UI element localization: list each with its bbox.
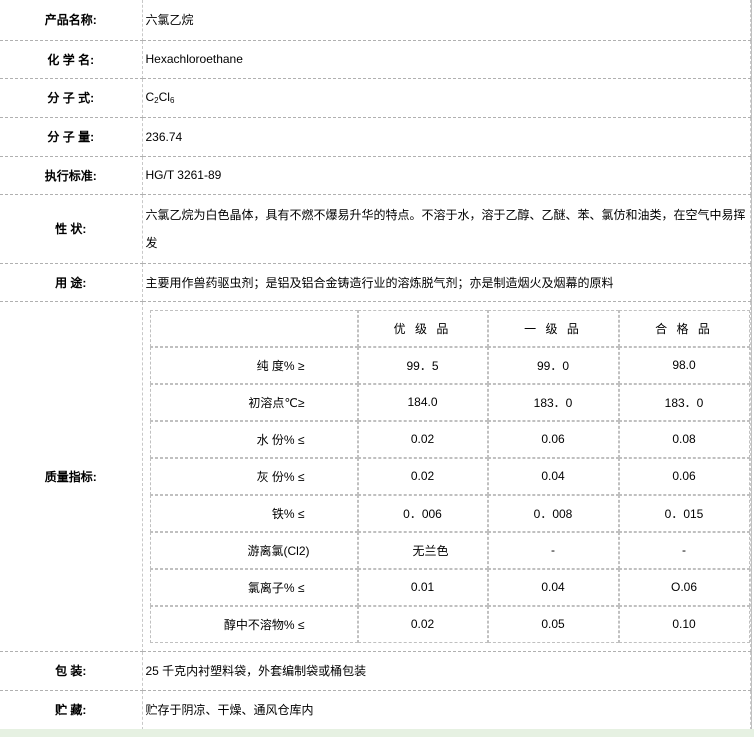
quality-value: 无兰色 — [357, 531, 488, 569]
packing-value: 25 千克内衬塑料袋，外套编制袋或桶包装 — [142, 651, 751, 691]
quality-value: 0.08 — [618, 420, 750, 458]
quality-value: - — [487, 531, 619, 569]
quality-row: 初溶点℃≥ 184.0 183．0 183．0 — [149, 383, 750, 421]
quality-item: 氯离子% ≤ — [149, 568, 358, 606]
properties-value: 六氯乙烷为白色晶体，具有不燃不爆易升华的特点。不溶于水，溶于乙醇、乙醚、苯、氯仿… — [142, 194, 751, 264]
formula-label: 分 子 式: — [0, 78, 143, 118]
quality-header-first: 一 级 品 — [487, 309, 619, 347]
row-molecular-weight: 分 子 量: 236.74 — [0, 117, 751, 157]
row-packing: 包 装: 25 千克内衬塑料袋，外套编制袋或桶包装 — [0, 651, 751, 691]
quality-value: 0.05 — [487, 605, 619, 643]
standard-label: 执行标准: — [0, 156, 143, 195]
quality-value: 0.04 — [487, 457, 619, 495]
molecular-weight-label: 分 子 量: — [0, 117, 143, 157]
quality-item: 游离氯(Cl2) — [149, 531, 358, 569]
quality-value: 0.06 — [618, 457, 750, 495]
quality-header-row: 优 级 品 一 级 品 合 格 品 — [149, 309, 750, 347]
quality-value: 0.02 — [357, 420, 488, 458]
quality-value: 99．5 — [357, 346, 488, 384]
standard-value: HG/T 3261-89 — [142, 156, 751, 195]
quality-item: 醇中不溶物% ≤ — [149, 605, 358, 643]
quality-table: 优 级 品 一 级 品 合 格 品 纯 度% ≥ 99．5 99．0 98.0 … — [149, 309, 750, 643]
product-name-label: 产品名称: — [0, 0, 143, 41]
quality-value: 0．006 — [357, 494, 488, 532]
chemical-name-value: Hexachloroethane — [142, 40, 751, 79]
quality-item: 初溶点℃≥ — [149, 383, 358, 421]
row-storage: 贮 藏: 贮存于阴凉、干燥、通风仓库内 — [0, 690, 751, 730]
quality-value: 0.02 — [357, 457, 488, 495]
quality-value: O.06 — [618, 568, 750, 606]
formula-cl: Cl — [158, 90, 170, 104]
quality-value: 0.10 — [618, 605, 750, 643]
quality-row: 氯离子% ≤ 0.01 0.04 O.06 — [149, 568, 750, 606]
product-spec-table: 产品名称: 六氯乙烷 化 学 名: Hexachloroethane 分 子 式… — [0, 0, 751, 730]
quality-value: 98.0 — [618, 346, 750, 384]
storage-label: 贮 藏: — [0, 690, 143, 730]
quality-value: 0.06 — [487, 420, 619, 458]
quality-item: 灰 份% ≤ — [149, 457, 358, 495]
quality-header-qualified: 合 格 品 — [618, 309, 750, 347]
quality-header-premium: 优 级 品 — [357, 309, 488, 347]
usage-label: 用 途: — [0, 263, 143, 302]
row-quality: 质量指标: 优 级 品 一 级 品 合 格 品 纯 度% ≥ 99．5 99．0… — [0, 301, 751, 652]
quality-row: 醇中不溶物% ≤ 0.02 0.05 0.10 — [149, 605, 750, 643]
chemical-name-label: 化 学 名: — [0, 40, 143, 79]
quality-value: 0.04 — [487, 568, 619, 606]
quality-value: 184.0 — [357, 383, 488, 421]
quality-value: 183．0 — [618, 383, 750, 421]
quality-value: 0.02 — [357, 605, 488, 643]
footer-band — [0, 729, 754, 737]
quality-header-blank — [149, 309, 358, 347]
storage-value: 贮存于阴凉、干燥、通风仓库内 — [142, 690, 751, 730]
quality-row: 水 份% ≤ 0.02 0.06 0.08 — [149, 420, 750, 458]
quality-item: 纯 度% ≥ — [149, 346, 358, 384]
quality-row: 铁% ≤ 0．006 0．008 0．015 — [149, 494, 750, 532]
quality-value: - — [618, 531, 750, 569]
quality-cell: 优 级 品 一 级 品 合 格 品 纯 度% ≥ 99．5 99．0 98.0 … — [142, 301, 751, 652]
page-right-border — [751, 0, 752, 729]
properties-label: 性 状: — [0, 194, 143, 264]
row-chemical-name: 化 学 名: Hexachloroethane — [0, 40, 751, 79]
usage-value: 主要用作兽药驱虫剂；是铝及铝合金铸造行业的溶炼脱气剂；亦是制造烟火及烟幕的原料 — [142, 263, 751, 302]
formula-sub-6: 6 — [169, 96, 175, 105]
quality-item: 铁% ≤ — [149, 494, 358, 532]
row-usage: 用 途: 主要用作兽药驱虫剂；是铝及铝合金铸造行业的溶炼脱气剂；亦是制造烟火及烟… — [0, 263, 751, 302]
row-standard: 执行标准: HG/T 3261-89 — [0, 156, 751, 195]
formula-value: C2Cl6 — [142, 78, 751, 118]
quality-row: 游离氯(Cl2) 无兰色 - - — [149, 531, 750, 569]
quality-value: 99．0 — [487, 346, 619, 384]
formula-c: C — [145, 90, 155, 104]
quality-value: 183．0 — [487, 383, 619, 421]
row-formula: 分 子 式: C2Cl6 — [0, 78, 751, 118]
row-properties: 性 状: 六氯乙烷为白色晶体，具有不燃不爆易升华的特点。不溶于水，溶于乙醇、乙醚… — [0, 194, 751, 264]
molecular-weight-value: 236.74 — [142, 117, 751, 157]
product-name-value: 六氯乙烷 — [142, 0, 751, 41]
quality-row: 纯 度% ≥ 99．5 99．0 98.0 — [149, 346, 750, 384]
row-product-name: 产品名称: 六氯乙烷 — [0, 0, 751, 41]
quality-label: 质量指标: — [0, 301, 143, 652]
quality-value: 0.01 — [357, 568, 488, 606]
quality-value: 0．008 — [487, 494, 619, 532]
quality-row: 灰 份% ≤ 0.02 0.04 0.06 — [149, 457, 750, 495]
quality-value: 0．015 — [618, 494, 750, 532]
quality-item: 水 份% ≤ — [149, 420, 358, 458]
packing-label: 包 装: — [0, 651, 143, 691]
